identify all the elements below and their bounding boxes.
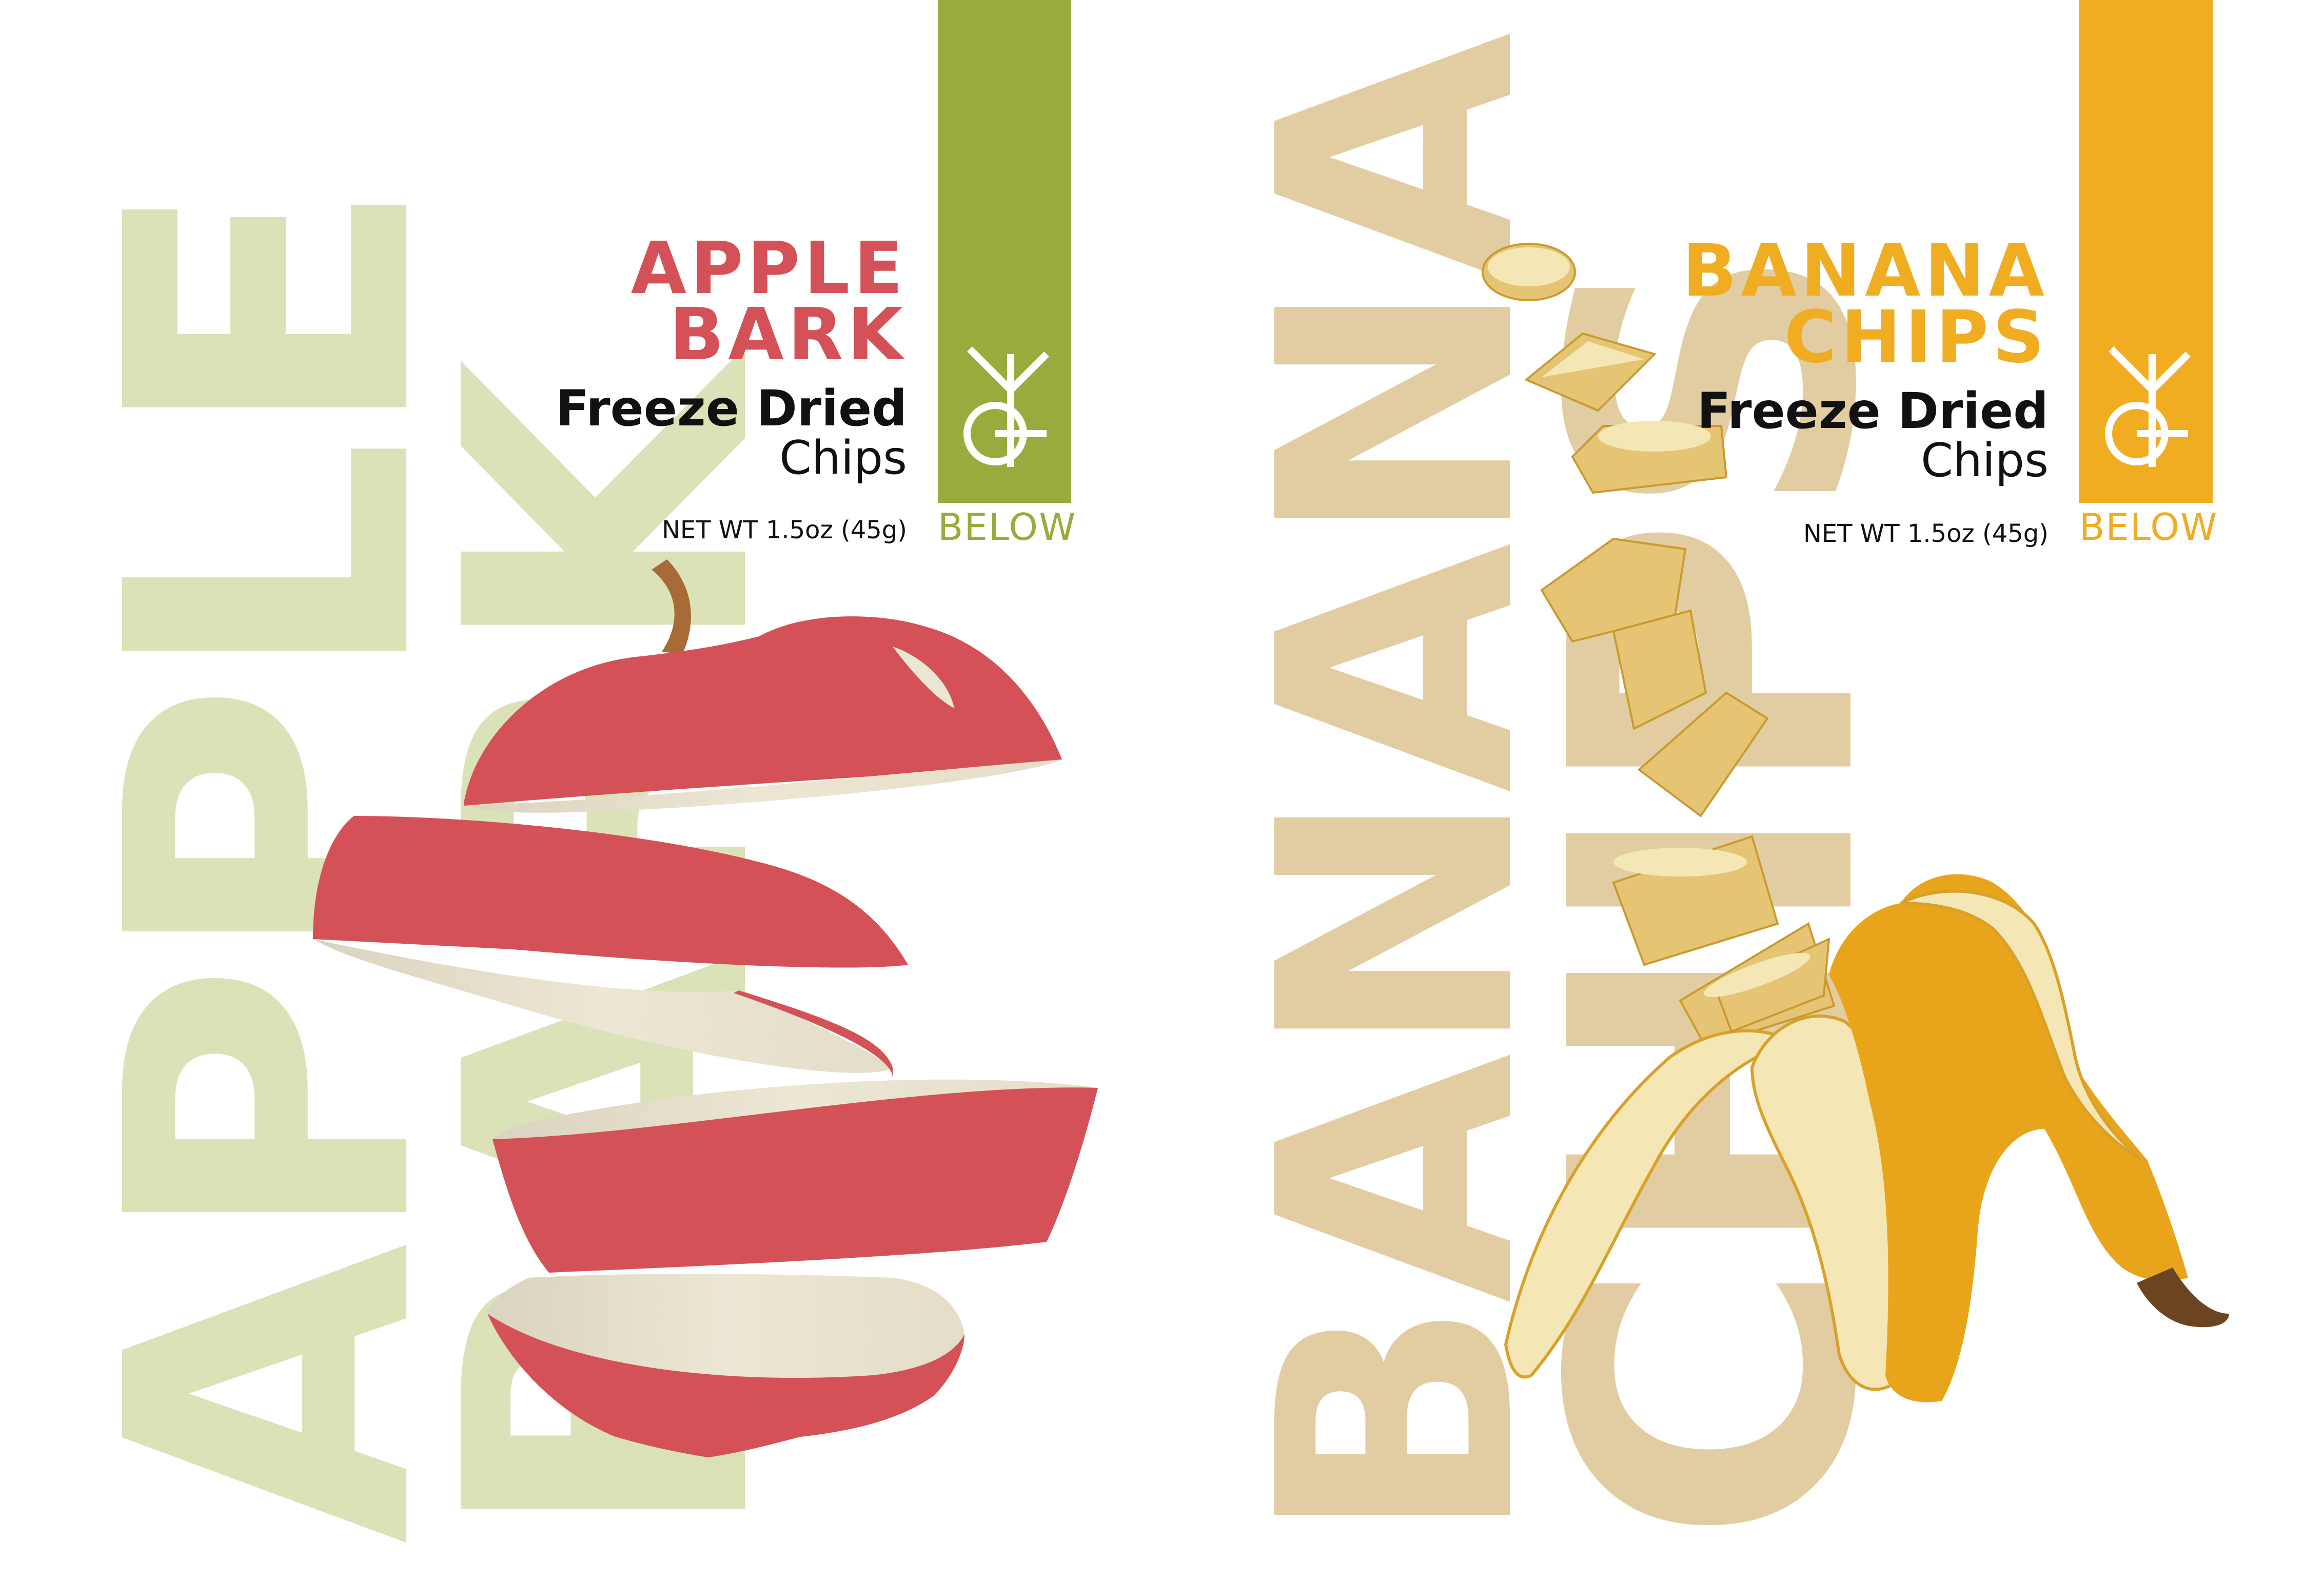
subtitle-freeze-dried: Freeze Dried (555, 380, 907, 437)
net-weight: NET WT 1.5oz (45g) (1803, 519, 2049, 548)
title-line-1: BANANA (1682, 229, 2049, 313)
product-title: APPLE BARK (631, 227, 907, 377)
subtitle-chips: Chips (1921, 434, 2049, 488)
brand-name: BELOW (2079, 505, 2218, 549)
brand-bar (2079, 0, 2213, 503)
apple-bark-label: APPLE BARK BE (0, 0, 1162, 1579)
title-line-2: CHIPS (1784, 295, 2049, 379)
subtitle-freeze-dried: Freeze Dried (1697, 382, 2049, 440)
subtitle-chips: Chips (779, 431, 907, 485)
title-line-1: APPLE (631, 227, 907, 310)
banana-chips-label: BANANA CHIPS BELOW (1162, 0, 2324, 1579)
net-weight: NET WT 1.5oz (45g) (661, 516, 907, 544)
brand-name: BELOW (938, 505, 1077, 549)
title-line-2: BARK (669, 293, 907, 377)
below-logo-icon (2105, 346, 2191, 467)
product-title: BANANA CHIPS (1682, 229, 2049, 379)
brand-bar (938, 0, 1071, 503)
below-logo-icon (963, 346, 1049, 467)
